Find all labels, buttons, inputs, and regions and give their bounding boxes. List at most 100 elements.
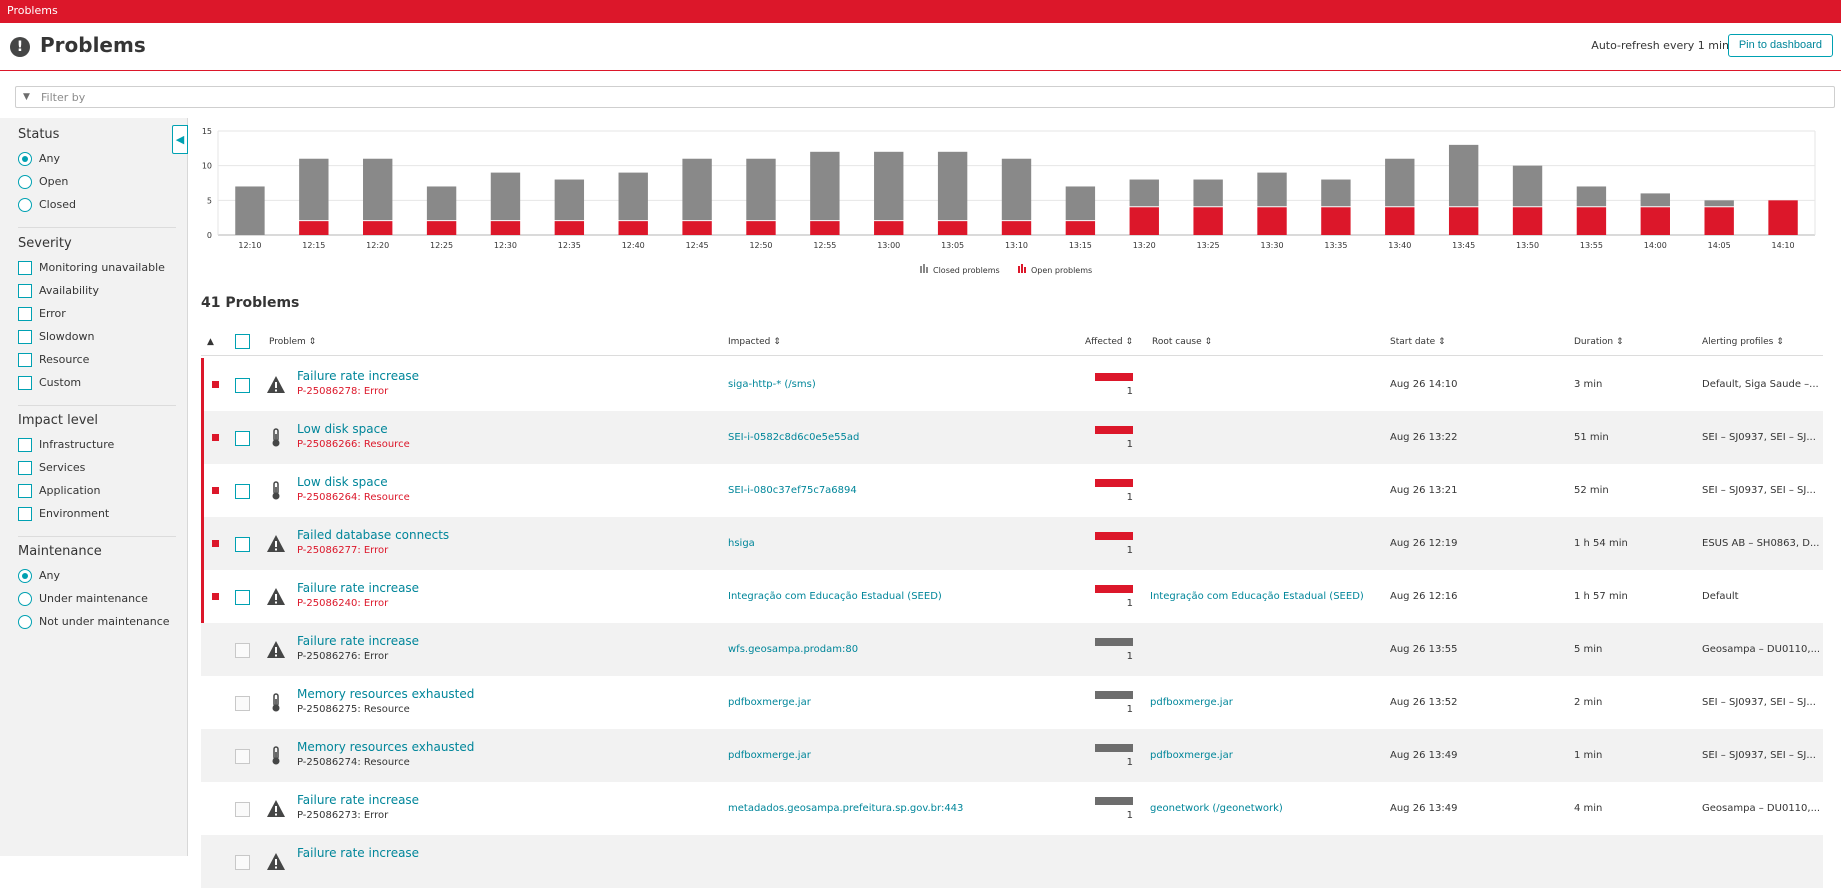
radio-icon[interactable] [18, 592, 32, 606]
root-cause-link[interactable]: pdfboxmerge.jar [1150, 697, 1233, 708]
maintenance-under-radio[interactable]: Under maintenance [18, 592, 148, 608]
checkbox-icon[interactable] [18, 438, 32, 452]
column-header-affected[interactable]: Affected ⇕ [1085, 337, 1133, 347]
table-row[interactable]: Failure rate increase P-25086273: Error me… [201, 782, 1823, 835]
column-header-impacted[interactable]: Impacted ⇕ [728, 337, 781, 347]
problem-title-link[interactable]: Memory resources exhausted [297, 740, 474, 754]
status-closed-radio[interactable]: Closed [18, 198, 76, 214]
table-row[interactable]: Failure rate increase P-25086278: Error si… [201, 358, 1823, 411]
impacted-entity-link[interactable]: pdfboxmerge.jar [728, 750, 811, 761]
row-checkbox[interactable] [235, 590, 250, 605]
checkbox-icon[interactable] [18, 307, 32, 321]
row-checkbox[interactable] [235, 802, 250, 817]
open-problems-bar [1512, 207, 1543, 235]
row-checkbox[interactable] [235, 537, 250, 552]
table-row[interactable]: Failure rate increase [201, 835, 1823, 888]
column-header-problem[interactable]: Problem ⇕ [269, 337, 316, 347]
warning-icon [266, 375, 286, 395]
checkbox-icon[interactable] [18, 353, 32, 367]
select-all-checkbox[interactable] [235, 334, 250, 349]
checkbox-icon[interactable] [18, 376, 32, 390]
problem-id: P-25086273: Error [297, 810, 389, 821]
radio-icon[interactable] [18, 198, 32, 212]
row-checkbox[interactable] [235, 749, 250, 764]
problem-title-link[interactable]: Failure rate increase [297, 793, 419, 807]
collapse-sidebar-button[interactable]: ◀ [172, 125, 188, 154]
problem-title-link[interactable]: Memory resources exhausted [297, 687, 474, 701]
impacted-entity-link[interactable]: SEI-i-080c37ef75c7a6894 [728, 485, 857, 496]
table-row[interactable]: Failure rate increase P-25086276: Error wf… [201, 623, 1823, 676]
row-checkbox[interactable] [235, 484, 250, 499]
checkbox-icon[interactable] [18, 261, 32, 275]
impact-infrastructure-checkbox[interactable]: Infrastructure [18, 438, 114, 454]
problem-title-link[interactable]: Low disk space [297, 475, 388, 489]
severity-resource-checkbox[interactable]: Resource [18, 353, 89, 369]
affected-count: 1 [1126, 651, 1133, 662]
maintenance-any-radio[interactable]: Any [18, 569, 60, 585]
table-row[interactable]: Memory resources exhausted P-25086274: Re… [201, 729, 1823, 782]
checkbox-icon[interactable] [18, 330, 32, 344]
impact-services-checkbox[interactable]: Services [18, 461, 85, 477]
filter-placeholder[interactable]: Filter by [41, 91, 85, 104]
x-tick-label: 14:05 [1708, 241, 1731, 250]
open-problems-bar [1448, 207, 1479, 235]
checkbox-icon[interactable] [18, 284, 32, 298]
table-row[interactable]: Failure rate increase P-25086240: Error In… [201, 570, 1823, 623]
severity-slowdown-checkbox[interactable]: Slowdown [18, 330, 94, 346]
column-header-duration[interactable]: Duration ⇕ [1574, 337, 1624, 347]
impacted-entity-link[interactable]: wfs.geosampa.prodam:80 [728, 644, 858, 655]
root-cause-link[interactable]: geonetwork (/geonetwork) [1150, 803, 1283, 814]
pin-to-dashboard-button[interactable]: Pin to dashboard [1727, 34, 1833, 57]
problem-title-link[interactable]: Low disk space [297, 422, 388, 436]
severity-error-checkbox[interactable]: Error [18, 307, 66, 323]
row-checkbox[interactable] [235, 643, 250, 658]
impacted-entity-link[interactable]: metadados.geosampa.prefeitura.sp.gov.br:… [728, 803, 963, 814]
y-tick-label: 10 [202, 162, 212, 171]
radio-selected-icon[interactable] [18, 569, 32, 583]
filter-bar[interactable]: ▼ Filter by [15, 86, 1835, 108]
impacted-entity-link[interactable]: hsiga [728, 538, 755, 549]
row-checkbox[interactable] [235, 696, 250, 711]
problem-title-link[interactable]: Failure rate increase [297, 581, 419, 595]
checkbox-icon[interactable] [18, 507, 32, 521]
table-row[interactable]: Failed database connects P-25086277: Erro… [201, 517, 1823, 570]
root-cause-link[interactable]: pdfboxmerge.jar [1150, 750, 1233, 761]
x-tick-label: 12:20 [366, 241, 389, 250]
column-header-alerting-profiles[interactable]: Alerting profiles ⇕ [1702, 337, 1784, 347]
radio-icon[interactable] [18, 615, 32, 629]
column-header-root-cause[interactable]: Root cause ⇕ [1152, 337, 1212, 347]
status-any-radio[interactable]: Any [18, 152, 60, 168]
impact-application-checkbox[interactable]: Application [18, 484, 100, 500]
row-checkbox[interactable] [235, 378, 250, 393]
table-row[interactable]: Low disk space P-25086264: Resource SEI-i-… [201, 464, 1823, 517]
table-row[interactable]: Memory resources exhausted P-25086275: Re… [201, 676, 1823, 729]
radio-icon[interactable] [18, 175, 32, 189]
impacted-entity-link[interactable]: SEI-i-0582c8d6c0e5e55ad [728, 432, 859, 443]
row-checkbox[interactable] [235, 431, 250, 446]
severity-availability-checkbox[interactable]: Availability [18, 284, 99, 300]
sort-ascending-icon[interactable]: ▲ [207, 337, 214, 347]
problem-title-link[interactable]: Failure rate increase [297, 369, 419, 383]
problem-title-link[interactable]: Failure rate increase [297, 634, 419, 648]
checkbox-icon[interactable] [18, 461, 32, 475]
column-header-start-date[interactable]: Start date ⇕ [1390, 337, 1446, 347]
checkbox-icon[interactable] [18, 484, 32, 498]
impacted-entity-link[interactable]: siga-http-* (/sms) [728, 379, 816, 390]
open-problems-bar [1065, 221, 1096, 235]
impact-environment-checkbox[interactable]: Environment [18, 507, 109, 523]
severity-monitoring-unavailable-checkbox[interactable]: Monitoring unavailable [18, 261, 165, 277]
problem-title-link[interactable]: Failure rate increase [297, 846, 419, 860]
maintenance-not-under-radio[interactable]: Not under maintenance [18, 615, 170, 631]
status-open-radio[interactable]: Open [18, 175, 68, 191]
problem-title-link[interactable]: Failed database connects [297, 528, 449, 542]
root-cause-link[interactable]: Integração com Educação Estadual (SEED) [1150, 591, 1364, 602]
severity-custom-checkbox[interactable]: Custom [18, 376, 81, 392]
alerting-profiles: SEI – SJ0937, SEI – SJ... [1702, 485, 1816, 496]
duration: 4 min [1574, 803, 1603, 814]
impacted-entity-link[interactable]: Integração com Educação Estadual (SEED) [728, 591, 942, 602]
row-checkbox[interactable] [235, 855, 250, 870]
impacted-entity-link[interactable]: pdfboxmerge.jar [728, 697, 811, 708]
table-row[interactable]: Low disk space P-25086266: Resource SEI-i-… [201, 411, 1823, 464]
x-tick-label: 13:00 [877, 241, 900, 250]
radio-selected-icon[interactable] [18, 152, 32, 166]
